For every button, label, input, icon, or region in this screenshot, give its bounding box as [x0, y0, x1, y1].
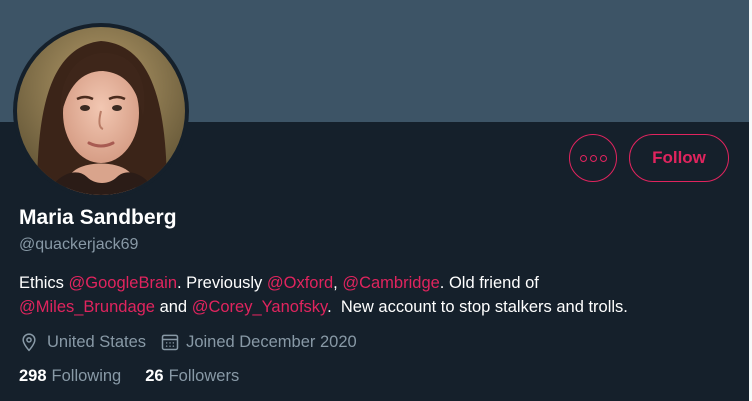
bio-text: . New account to stop stalkers and troll… [327, 298, 628, 316]
mention-link[interactable]: @Corey_Yanofsky [192, 298, 327, 316]
followers-link[interactable]: 26 Followers [145, 367, 239, 386]
more-horizontal-icon [579, 154, 587, 162]
following-label: Following [51, 367, 122, 385]
bio-text: Ethics [19, 274, 69, 292]
mention-link[interactable]: @GoogleBrain [69, 274, 177, 292]
bio-text: . Old friend of [439, 274, 539, 292]
mention-link[interactable]: @Miles_Brundage [19, 298, 155, 316]
bio-text: . Previously [177, 274, 267, 292]
location-item: United States [19, 332, 146, 352]
follow-stats: 298 Following 26 Followers [19, 367, 239, 386]
profile-handle: @quackerjack69 [19, 236, 139, 253]
more-horizontal-icon [599, 154, 607, 162]
bio-line-1: Ethics @GoogleBrain. Previously @Oxford,… [19, 271, 719, 295]
more-options-button[interactable] [569, 134, 617, 182]
following-link[interactable]: 298 Following [19, 367, 121, 386]
profile-meta: United States Joined December 2020 [19, 330, 357, 354]
mention-link[interactable]: @Cambridge [342, 274, 439, 292]
avatar[interactable] [13, 23, 189, 199]
joined-text: Joined December 2020 [186, 332, 357, 351]
followers-count: 26 [145, 367, 164, 385]
profile-bio: Ethics @GoogleBrain. Previously @Oxford,… [19, 271, 719, 319]
bio-text: and [155, 298, 192, 316]
mention-link[interactable]: @Oxford [267, 274, 333, 292]
location-pin-icon [19, 332, 39, 352]
followers-label: Followers [168, 367, 240, 385]
following-count: 298 [19, 367, 47, 385]
profile-name: Maria Sandberg [19, 206, 177, 229]
joined-item: Joined December 2020 [160, 332, 357, 352]
avatar-image [17, 27, 185, 195]
bio-line-2: @Miles_Brundage and @Corey_Yanofsky. New… [19, 295, 719, 319]
calendar-icon [160, 332, 180, 352]
follow-button[interactable]: Follow [629, 134, 729, 182]
more-horizontal-icon [589, 154, 597, 162]
location-text: United States [47, 332, 147, 351]
bio-text: , [333, 274, 343, 292]
